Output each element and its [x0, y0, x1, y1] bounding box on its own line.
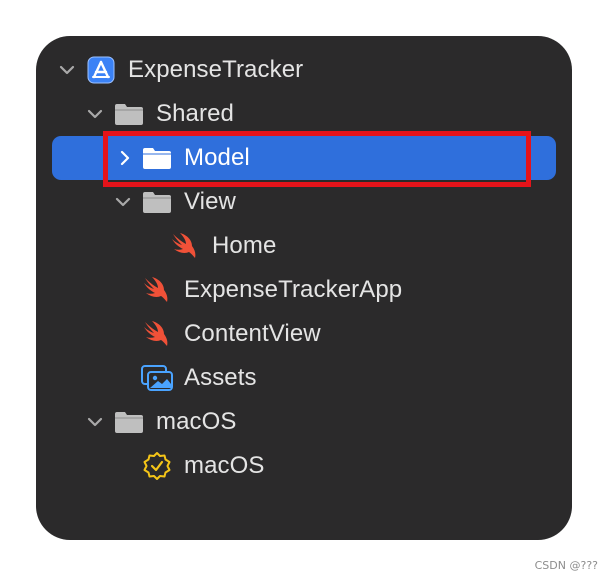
- navigator-item-expensetracker[interactable]: ExpenseTracker: [36, 48, 572, 92]
- chevron-down-icon[interactable]: [114, 193, 132, 211]
- asset-catalog-icon: [140, 363, 174, 393]
- navigator-item-home[interactable]: Home: [36, 224, 572, 268]
- xcode-project-icon: [86, 55, 116, 85]
- navigator-item-shared[interactable]: Shared: [36, 92, 572, 136]
- navigator-item-label: View: [184, 188, 236, 215]
- swift-file-icon: [142, 319, 172, 349]
- folder-icon: [114, 99, 144, 129]
- chevron-down-icon[interactable]: [86, 105, 104, 123]
- navigator-item-contentview[interactable]: ContentView: [36, 312, 572, 356]
- swift-file-icon: [142, 275, 172, 305]
- folder-icon: [142, 187, 172, 217]
- navigator-item-macos-entitlements[interactable]: macOS: [36, 444, 572, 488]
- navigator-item-label: macOS: [184, 452, 265, 479]
- annotation-highlight-box: [103, 131, 531, 187]
- navigator-item-expensetrackerapp[interactable]: ExpenseTrackerApp: [36, 268, 572, 312]
- entitlements-icon: [142, 451, 172, 481]
- navigator-item-label: Shared: [156, 100, 234, 127]
- chevron-down-icon[interactable]: [86, 413, 104, 431]
- navigator-item-label: ContentView: [184, 320, 321, 347]
- navigator-item-assets[interactable]: Assets: [36, 356, 572, 400]
- swift-file-icon: [170, 231, 200, 261]
- navigator-item-label: macOS: [156, 408, 237, 435]
- navigator-item-label: ExpenseTrackerApp: [184, 276, 403, 303]
- navigator-item-macos-folder[interactable]: macOS: [36, 400, 572, 444]
- folder-icon: [114, 407, 144, 437]
- navigator-item-label: Home: [212, 232, 277, 259]
- project-navigator: ExpenseTracker Shared Model View Home Ex…: [36, 36, 572, 540]
- chevron-down-icon[interactable]: [58, 61, 76, 79]
- watermark: CSDN @???: [534, 559, 598, 572]
- navigator-item-label: ExpenseTracker: [128, 56, 304, 83]
- navigator-item-label: Assets: [184, 364, 257, 391]
